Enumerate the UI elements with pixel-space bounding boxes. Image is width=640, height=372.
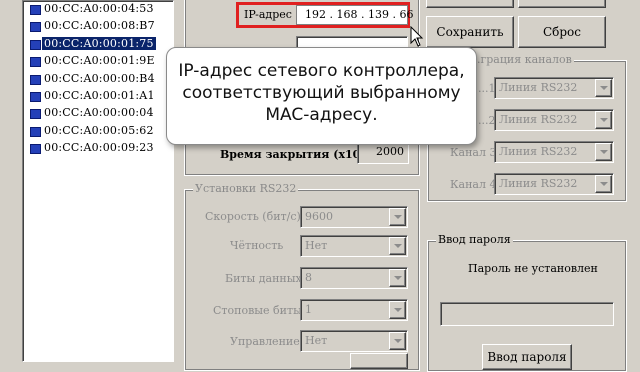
parity-select[interactable]: Нет [300,235,408,257]
stop-bits-select[interactable]: 1 [300,299,408,321]
flow-control-label: Управление [230,335,300,348]
data-bits-value: 8 [305,271,312,284]
mac-address-text: 00:CC:A0:00:01:A1 [44,89,155,102]
speed-label: Скорость (бит/с) [205,210,301,223]
channel-1-label: ...1 [478,82,496,95]
channel-2-label: ...2 [478,114,496,127]
password-status: Пароль не установлен [468,262,598,275]
flow-control-select[interactable]: Нет [300,330,408,352]
tooltip-line-2: соответствующий выбранному [182,83,461,103]
enter-password-button[interactable]: Ввод пароля [482,344,572,370]
channel-4-value: Линия RS232 [499,177,578,190]
save-button[interactable]: Сохранить [426,16,514,48]
device-icon [30,144,41,154]
channel-3-select[interactable]: Линия RS232 [494,141,614,163]
device-icon [30,109,41,119]
speed-value: 9600 [305,210,333,223]
mac-address-text: 00:CC:A0:00:08:B7 [44,19,155,32]
device-icon [30,5,41,15]
chevron-down-icon[interactable] [389,208,406,226]
rs232-legend: Установки RS232 [193,182,299,195]
apply-button[interactable] [350,353,408,369]
stop-bits-label: Стоповые биты [213,304,302,317]
mac-address-text: 00:CC:A0:00:00:B4 [44,72,155,85]
channel-1-value: Линия RS232 [499,81,578,94]
device-icon [30,40,41,50]
parity-value: Нет [305,239,328,252]
flow-control-value: Нет [305,334,328,347]
speed-select[interactable]: 9600 [300,206,408,228]
chevron-down-icon[interactable] [595,143,612,161]
list-item[interactable]: 00:CC:A0:00:00:B4 [23,71,173,88]
list-item[interactable]: 00:CC:A0:00:05:62 [23,123,173,140]
chevron-down-icon[interactable] [389,301,406,319]
channel-4-label: Канал 4 [450,178,497,191]
stop-bits-value: 1 [305,303,312,316]
channel-legend: ...грация каналов [468,53,574,66]
mac-address-text: 00:CC:A0:00:01:9E [44,54,155,67]
chevron-down-icon[interactable] [389,332,406,350]
channel-3-value: Линия RS232 [499,145,578,158]
mouse-cursor-icon [410,26,424,47]
parity-label: Чётность [230,239,284,252]
mac-address-text: 00:CC:A0:00:04:53 [44,2,154,15]
ip-address-value: 192 . 168 . 139 . 66 [305,8,414,21]
password-legend: Ввод пароля [436,233,513,246]
mac-address-list[interactable]: 00:CC:A0:00:04:53 00:CC:A0:00:08:B7 00:C… [22,0,174,362]
tooltip-line-3: MAC-адресу. [265,105,378,125]
device-icon [30,22,41,32]
channel-4-select[interactable]: Линия RS232 [494,173,614,195]
chevron-down-icon[interactable] [595,79,612,97]
password-input[interactable] [440,302,614,326]
mac-address-text: 00:CC:A0:00:00:04 [44,106,154,119]
ip-address-label: IP-адрес [244,8,292,21]
list-item[interactable]: 00:CC:A0:00:00:04 [23,105,173,122]
list-item[interactable]: 00:CC:A0:00:08:B7 [23,18,173,35]
ip-address-tooltip: IP-адрес сетевого контроллера, соответст… [166,47,477,145]
channel-2-select[interactable]: Линия RS232 [494,109,614,131]
data-bits-label: Биты данных [225,272,302,285]
list-item[interactable]: 00:CC:A0:00:04:53 [23,1,173,18]
top-left-button[interactable] [426,0,514,8]
device-icon [30,75,41,85]
top-right-button[interactable] [518,0,606,8]
chevron-down-icon[interactable] [389,269,406,287]
mac-address-text: 00:CC:A0:00:09:23 [44,141,154,154]
mac-address-text: 00:CC:A0:00:05:62 [44,124,154,137]
channel-1-select[interactable]: Линия RS232 [494,77,614,99]
tooltip-line-1: IP-адрес сетевого контроллера, [178,61,465,81]
list-item[interactable]: 00:CC:A0:00:09:23 [23,140,173,157]
channel-3-label: Канал 3 [450,146,497,159]
channel-2-value: Линия RS232 [499,113,578,126]
reset-button[interactable]: Сброс [518,16,606,48]
close-time-value: 2000 [376,145,404,158]
ip-address-field[interactable]: 192 . 168 . 139 . 66 [296,5,413,25]
list-item[interactable]: 00:CC:A0:00:01:9E [23,53,173,70]
device-icon [30,92,41,102]
window-left-edge [0,0,22,360]
data-bits-select[interactable]: 8 [300,267,408,289]
device-icon [30,57,41,67]
chevron-down-icon[interactable] [595,111,612,129]
chevron-down-icon[interactable] [595,175,612,193]
chevron-down-icon[interactable] [389,237,406,255]
mac-address-text: 00:CC:A0:00:01:75 [42,37,156,50]
device-icon [30,127,41,137]
list-item-selected[interactable]: 00:CC:A0:00:01:75 [23,36,173,53]
list-item[interactable]: 00:CC:A0:00:01:A1 [23,88,173,105]
